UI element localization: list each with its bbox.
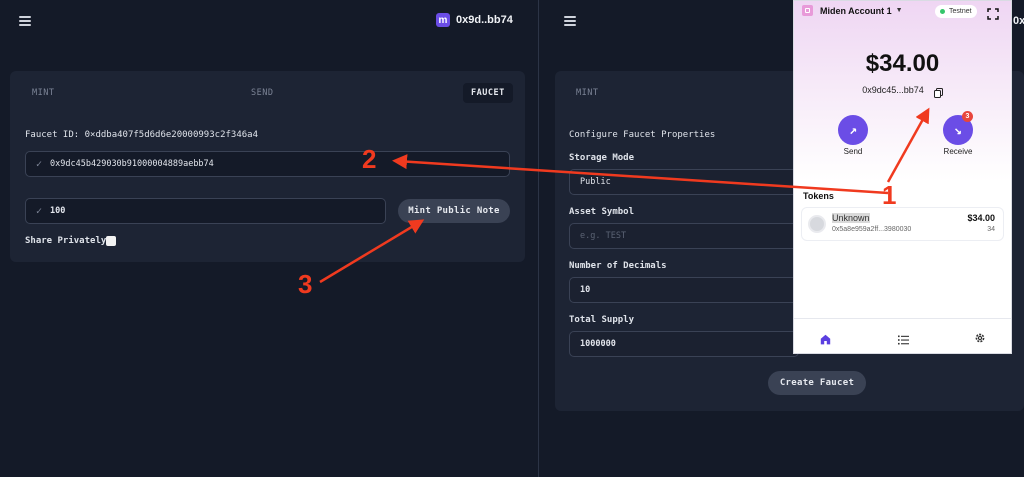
faucet-id-label: Faucet ID: 0×ddba407f5d6d6e20000993c2f34… (25, 130, 258, 140)
recipient-address-value: 0x9dc45b429030b91000004889aebb74 (50, 159, 214, 169)
tab-mint[interactable]: MINT (32, 88, 54, 98)
account-selector[interactable]: Miden Account 1 ▼ (802, 5, 903, 16)
step-1-label: 1 (882, 180, 897, 210)
check-icon: ✓ (36, 205, 43, 217)
account-address-partial: 0x (1013, 15, 1024, 27)
arrow-up-right-icon: ↗ (849, 122, 857, 138)
tab-send[interactable]: SEND (251, 88, 273, 98)
split-divider (538, 0, 539, 477)
expand-icon[interactable] (987, 5, 999, 20)
token-amount: 34 (987, 226, 995, 233)
token-address: 0x5a8e959a2ff...3980030 (832, 226, 912, 233)
network-badge[interactable]: Testnet (935, 5, 977, 18)
token-name: Unknown (832, 213, 870, 223)
copy-icon[interactable] (933, 85, 943, 98)
storage-mode-value: Public (580, 177, 611, 187)
decimals-value: 10 (580, 285, 591, 295)
amount-value: 100 (50, 206, 66, 216)
chevron-down-icon: ▼ (895, 7, 903, 14)
menu-icon[interactable] (19, 16, 31, 26)
storage-mode-label: Storage Mode (569, 153, 635, 163)
menu-icon[interactable] (564, 16, 576, 26)
miden-logo-icon: m (436, 13, 450, 27)
network-status-dot (940, 9, 945, 14)
account-address-short: 0x9d..bb74 (456, 14, 513, 26)
create-faucet-button[interactable]: Create Faucet (768, 371, 866, 395)
storage-mode-select[interactable]: Public (569, 169, 799, 195)
total-supply-value: 1000000 (580, 339, 616, 349)
token-icon (808, 215, 826, 233)
send-button[interactable]: ↗ (838, 115, 868, 145)
arrow-down-right-icon: ↘ (954, 122, 962, 138)
network-label: Testnet (949, 8, 972, 15)
asset-symbol-input[interactable]: e.g. TEST (569, 223, 799, 249)
account-chip[interactable]: m 0x9d..bb74 (436, 13, 513, 27)
balance: $34.00 (865, 50, 940, 77)
share-privately-checkbox[interactable] (106, 236, 116, 246)
configure-title: Configure Faucet Properties (569, 130, 716, 140)
wallet-address: 0x9dc45...bb74 (862, 85, 924, 95)
wallet-address-row: 0x9dc45...bb74 (794, 85, 1011, 98)
home-icon[interactable] (820, 330, 831, 349)
token-row[interactable]: Unknown 0x5a8e959a2ff...3980030 $34.00 3… (801, 207, 1004, 241)
wallet-nav-bar (794, 318, 1011, 353)
account-logo-icon (802, 5, 813, 16)
share-privately-label: Share Privately (25, 236, 107, 246)
receive-label: Receive (943, 147, 973, 156)
tokens-title: Tokens (803, 191, 834, 201)
amount-field[interactable]: ✓ 100 (25, 198, 386, 224)
tab-faucet[interactable]: FAUCET (463, 83, 513, 103)
total-supply-input[interactable]: 1000000 (569, 331, 799, 357)
tab-mint[interactable]: MINT (576, 88, 598, 98)
settings-gear-icon[interactable] (974, 329, 986, 348)
mint-public-note-button[interactable]: Mint Public Note (398, 199, 510, 223)
asset-symbol-placeholder: e.g. TEST (580, 231, 627, 241)
step-3-label: 3 (298, 269, 313, 299)
decimals-input[interactable]: 10 (569, 277, 799, 303)
total-supply-label: Total Supply (569, 315, 635, 325)
asset-symbol-label: Asset Symbol (569, 207, 635, 217)
token-value: $34.00 (967, 213, 995, 223)
recipient-address-field[interactable]: ✓ 0x9dc45b429030b91000004889aebb74 (25, 151, 510, 177)
send-label: Send (843, 147, 863, 156)
step-2-label: 2 (362, 144, 377, 174)
check-icon: ✓ (36, 158, 43, 170)
list-icon[interactable] (898, 330, 909, 349)
account-name: Miden Account 1 (820, 5, 892, 16)
decimals-label: Number of Decimals (569, 261, 667, 271)
receive-badge: 3 (962, 111, 973, 122)
